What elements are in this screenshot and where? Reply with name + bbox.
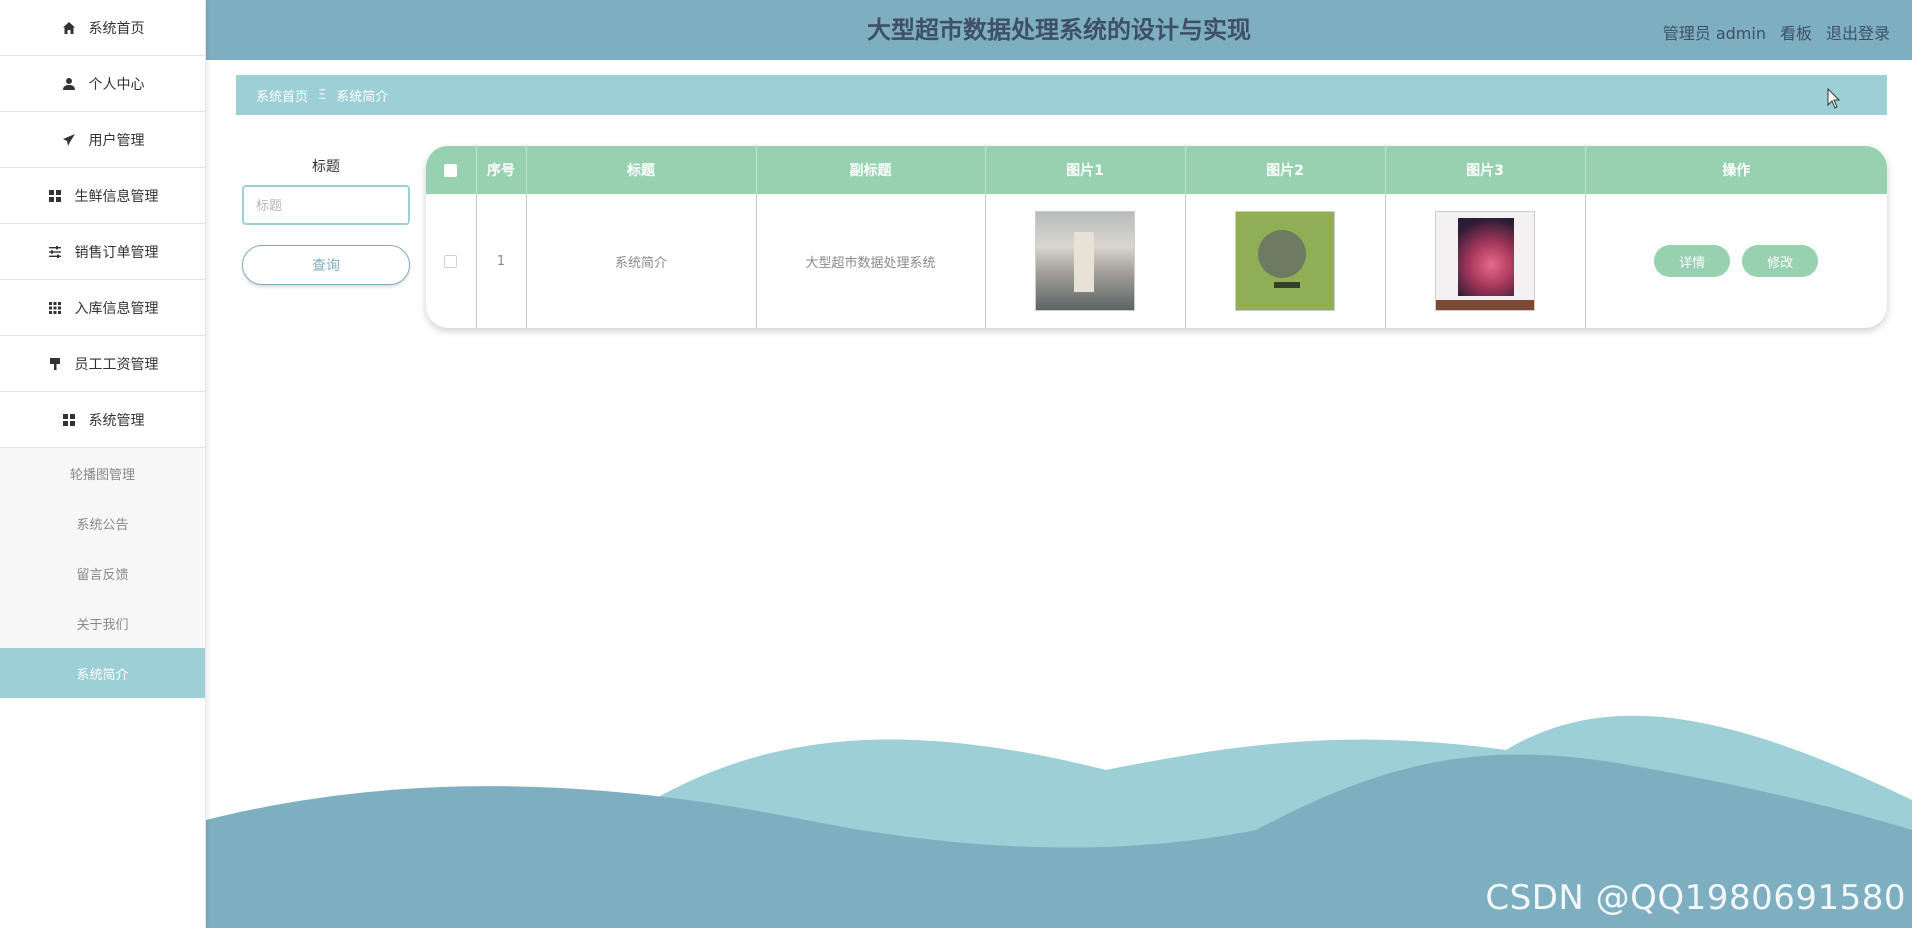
cell-actions: 详情 修改 [1585,194,1887,328]
column-header-title: 标题 [526,146,757,194]
sidebar-item-label: 个人中心 [88,76,145,93]
edit-button[interactable]: 修改 [1742,245,1819,277]
sidebar-subitem-about[interactable]: 关于我们 [0,598,205,648]
mouse-cursor-icon [1827,88,1841,109]
sidebar-subitem-notice[interactable]: 系统公告 [0,498,205,548]
sidebar-item-system[interactable]: 系统管理 [0,392,205,448]
sliders-icon [47,244,63,260]
apps-icon [47,300,63,316]
home-icon [61,20,77,36]
select-all-checkbox[interactable] [444,163,458,177]
sidebar-item-stock[interactable]: 入库信息管理 [0,280,205,336]
cell-image3 [1385,194,1586,328]
user-name: 管理员 admin [1662,24,1766,43]
sidebar-item-home[interactable]: 系统首页 [0,0,205,56]
row-select-cell [426,194,477,328]
image1-thumbnail[interactable] [1035,211,1135,311]
paper-plane-icon [61,132,77,148]
column-header-image3: 图片3 [1385,146,1586,194]
sidebar-subitem-carousel[interactable]: 轮播图管理 [0,448,205,498]
top-header: 大型超市数据处理系统的设计与实现 管理员 admin 看板 退出登录 [206,0,1912,60]
sidebar-item-label: 销售订单管理 [74,244,159,261]
breadcrumb-current: 系统简介 [336,89,389,105]
detail-button[interactable]: 详情 [1654,245,1731,277]
column-header-index: 序号 [476,146,527,194]
sidebar-item-label: 员工工资管理 [74,356,159,373]
search-input[interactable] [242,185,410,225]
header-user-area: 管理员 admin 看板 退出登录 [1663,20,1890,44]
sidebar-item-label: 入库信息管理 [74,300,159,317]
cell-image1 [985,194,1186,328]
cell-image2 [1185,194,1386,328]
brush-icon [47,356,63,372]
sidebar-item-profile[interactable]: 个人中心 [0,56,205,112]
sidebar-item-orders[interactable]: 销售订单管理 [0,224,205,280]
cell-subtitle: 大型超市数据处理系统 [756,194,986,328]
search-button[interactable]: 查询 [242,245,410,285]
sidebar: 系统首页 个人中心 用户管理 生鲜信息管理 销售订单管理 入库信息管理 员工工资… [0,0,206,928]
sidebar-item-users[interactable]: 用户管理 [0,112,205,168]
table-header-row: 序号 标题 副标题 图片1 图片2 图片3 操作 [426,146,1887,194]
breadcrumb: 系统首页 Ξ 系统简介 [236,75,1887,115]
sidebar-item-salary[interactable]: 员工工资管理 [0,336,205,392]
column-header-image1: 图片1 [985,146,1186,194]
cell-index: 1 [476,194,527,328]
logout-link[interactable]: 退出登录 [1826,20,1890,44]
search-label: 标题 [312,159,340,175]
sidebar-item-label: 用户管理 [88,132,145,149]
sidebar-item-fresh[interactable]: 生鲜信息管理 [0,168,205,224]
sidebar-subitem-feedback[interactable]: 留言反馈 [0,548,205,598]
cell-title: 系统简介 [526,194,757,328]
column-header-subtitle: 副标题 [756,146,986,194]
breadcrumb-separator: Ξ [318,87,327,103]
sidebar-subitem-intro[interactable]: 系统简介 [0,648,205,698]
column-header-image2: 图片2 [1185,146,1386,194]
watermark: CSDN @QQ1980691580 [1485,878,1906,918]
column-header-actions: 操作 [1722,163,1751,179]
table-row: 1 系统简介 大型超市数据处理系统 详情 修改 [426,194,1887,328]
user-icon [61,76,77,92]
grid-icon [61,412,77,428]
sidebar-item-label: 系统管理 [88,412,145,429]
grid-icon [47,188,63,204]
sidebar-item-label: 生鲜信息管理 [74,188,159,205]
app-root: 系统首页 个人中心 用户管理 生鲜信息管理 销售订单管理 入库信息管理 员工工资… [0,0,1912,928]
row-checkbox[interactable] [444,254,458,268]
sidebar-item-label: 系统首页 [88,20,145,37]
page-title: 大型超市数据处理系统的设计与实现 [867,16,1251,44]
dashboard-link[interactable]: 看板 [1780,20,1812,44]
breadcrumb-home[interactable]: 系统首页 [256,86,308,105]
select-all-cell [426,146,477,194]
image3-thumbnail[interactable] [1435,211,1535,311]
image2-thumbnail[interactable] [1235,211,1335,311]
data-table: 序号 标题 副标题 图片1 图片2 图片3 操作 1 系统简介 大型超市数据处理… [426,146,1887,328]
